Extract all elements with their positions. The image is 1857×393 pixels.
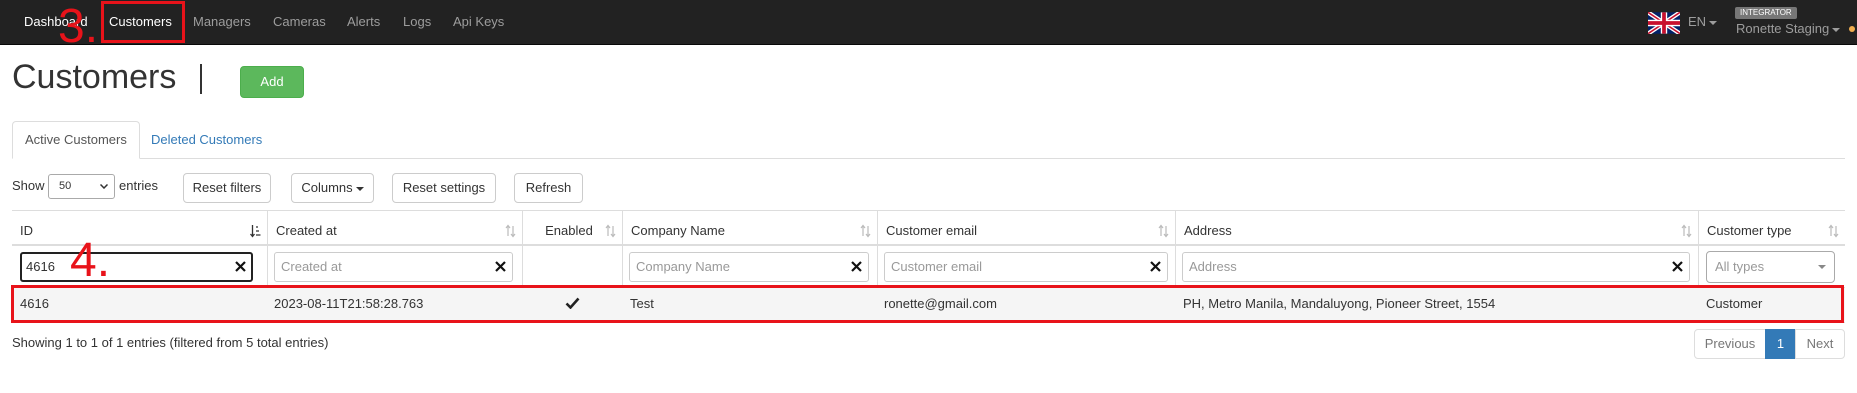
columns-label: Columns <box>301 180 353 195</box>
nav-item-api-keys[interactable]: Api Keys <box>453 0 504 44</box>
caret-down-icon <box>1818 265 1826 269</box>
column-divider <box>267 244 268 287</box>
cell-created-at: 2023-08-11T21:58:28.763 <box>274 296 424 311</box>
column-header-customer-type-label: Customer type <box>1707 223 1792 238</box>
address-filter-placeholder: Address <box>1189 259 1237 274</box>
company-name-filter-input[interactable]: Company Name <box>629 252 869 282</box>
user-name: Ronette Staging <box>1736 21 1830 36</box>
column-header-address-label: Address <box>1184 223 1232 238</box>
user-menu[interactable]: Ronette Staging <box>1736 21 1841 36</box>
clear-icon[interactable] <box>1672 261 1683 272</box>
clear-icon[interactable] <box>495 261 506 272</box>
nav-item-dashboard[interactable]: Dashboard <box>24 0 88 44</box>
clear-icon[interactable] <box>851 261 862 272</box>
clear-icon[interactable] <box>1150 261 1161 272</box>
cell-customer-type: Customer <box>1706 296 1763 311</box>
column-header-customer-email-label: Customer email <box>886 223 978 238</box>
nav-item-alerts[interactable]: Alerts <box>347 0 380 44</box>
clear-icon[interactable] <box>235 261 246 272</box>
address-filter-input[interactable]: Address <box>1182 252 1690 282</box>
notification-dot <box>1849 26 1855 32</box>
reset-settings-button[interactable]: Reset settings <box>392 173 496 203</box>
entries-per-page-value: 50 <box>59 180 72 192</box>
show-label: Show <box>12 178 45 193</box>
chevron-down-icon <box>100 184 108 189</box>
sort-both-icon <box>860 224 871 238</box>
entries-label: entries <box>119 178 159 193</box>
customer-type-filter-placeholder: All types <box>1715 259 1765 274</box>
sort-ascending-icon <box>250 225 261 238</box>
refresh-button[interactable]: Refresh <box>514 173 583 203</box>
uk-flag-icon[interactable] <box>1648 12 1680 34</box>
table-header-separator <box>12 244 1845 246</box>
table-bottom-border <box>12 322 1845 323</box>
customer-email-filter-input[interactable]: Customer email <box>884 252 1168 282</box>
cell-customer-email: ronette@gmail.com <box>884 296 997 311</box>
created-at-filter-input[interactable]: Created at <box>274 252 513 282</box>
caret-down-icon <box>1832 27 1841 32</box>
language-label: EN <box>1688 14 1707 29</box>
customer-email-filter-placeholder: Customer email <box>891 259 983 274</box>
cell-company-name: Test <box>630 296 654 311</box>
sort-both-icon <box>1681 224 1692 238</box>
customer-type-filter-select[interactable]: All types <box>1706 251 1835 283</box>
tab-deleted-customers[interactable]: Deleted Customers <box>138 121 275 159</box>
pagination-page-1[interactable]: 1 <box>1765 329 1796 359</box>
column-header-company-name-label: Company Name <box>631 223 725 238</box>
tabs-divider <box>12 158 1845 159</box>
id-filter-value: 4616 <box>26 259 55 274</box>
sort-both-icon <box>1158 224 1169 238</box>
sort-both-icon <box>505 224 516 238</box>
top-navbar: Dashboard Customers Managers Cameras Ale… <box>0 0 1857 45</box>
column-divider <box>622 244 623 287</box>
column-divider <box>877 244 878 287</box>
cell-address: PH, Metro Manila, Mandaluyong, Pioneer S… <box>1183 296 1496 311</box>
nav-item-managers[interactable]: Managers <box>193 0 251 44</box>
tab-active-customers[interactable]: Active Customers <box>12 121 140 159</box>
caret-down-icon <box>355 186 364 191</box>
title-divider <box>200 64 202 94</box>
created-at-filter-placeholder: Created at <box>281 259 342 274</box>
pagination-next[interactable]: Next <box>1795 329 1845 359</box>
role-badge: INTEGRATOR <box>1735 7 1797 19</box>
entries-per-page-select[interactable]: 50 <box>48 174 115 199</box>
nav-item-logs[interactable]: Logs <box>403 0 431 44</box>
add-button[interactable]: Add <box>240 66 304 98</box>
sort-both-icon <box>605 224 616 238</box>
check-icon <box>565 297 580 309</box>
column-header-created-at-label: Created at <box>276 223 337 238</box>
page-title: Customers <box>12 58 177 96</box>
nav-item-customers[interactable]: Customers <box>109 0 172 44</box>
column-divider <box>1175 244 1176 287</box>
language-dropdown[interactable]: EN <box>1688 0 1718 44</box>
caret-down-icon <box>1709 20 1718 25</box>
id-filter-input[interactable]: 4616 <box>20 252 253 282</box>
sort-both-icon <box>1828 224 1839 238</box>
table-info: Showing 1 to 1 of 1 entries (filtered fr… <box>12 335 329 350</box>
company-name-filter-placeholder: Company Name <box>636 259 730 274</box>
reset-filters-button[interactable]: Reset filters <box>183 173 271 203</box>
column-header-id-label: ID <box>20 223 33 238</box>
nav-item-cameras[interactable]: Cameras <box>273 0 326 44</box>
pagination-previous[interactable]: Previous <box>1694 329 1766 359</box>
cell-id: 4616 <box>20 296 49 311</box>
column-divider <box>1698 244 1699 287</box>
column-divider <box>522 244 523 287</box>
columns-button[interactable]: Columns <box>291 173 374 203</box>
